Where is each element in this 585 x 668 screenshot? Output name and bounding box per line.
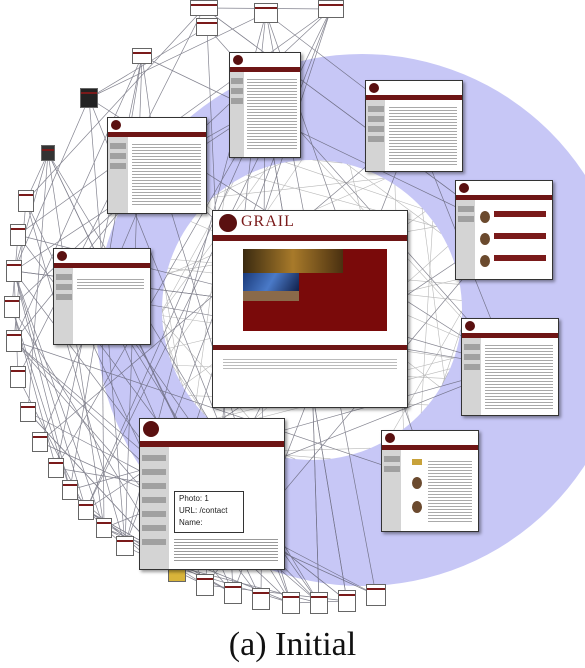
page-node-upper-left[interactable]	[107, 117, 207, 214]
thumb-left-12[interactable]	[96, 518, 112, 538]
thumb-top-6[interactable]	[41, 145, 55, 161]
info-name: Name:	[179, 518, 203, 527]
thumb-left-6[interactable]	[10, 366, 26, 388]
info-photo: Photo: 1	[179, 494, 209, 503]
thumb-left-9[interactable]	[48, 458, 64, 478]
thumb-top-1[interactable]	[254, 3, 278, 23]
thumb-left-2[interactable]	[10, 224, 26, 246]
page-node-lower-left[interactable]: Photo: 1 URL: /contact Name:	[139, 418, 285, 570]
thumb-left-1[interactable]	[18, 190, 34, 212]
center-logo-icon	[219, 214, 237, 232]
thumb-bottom-10[interactable]	[366, 584, 386, 606]
thumb-bottom-1[interactable]	[116, 536, 134, 556]
thumb-left-4[interactable]	[4, 296, 20, 318]
contact-info-box: Photo: 1 URL: /contact Name:	[174, 491, 244, 533]
thumb-top-3[interactable]	[196, 18, 218, 36]
radial-site-graph: Photo: 1 URL: /contact Name: GRAIL	[0, 0, 585, 620]
page-node-lower-right[interactable]	[381, 430, 479, 532]
thumb-top-2[interactable]	[318, 0, 344, 18]
thumb-left-10[interactable]	[62, 480, 78, 500]
figure-caption: (a) Initial	[228, 626, 357, 663]
thumb-bottom-7[interactable]	[282, 592, 300, 614]
page-node-left[interactable]	[53, 248, 151, 345]
thumb-left-5[interactable]	[6, 330, 22, 352]
page-node-center[interactable]: GRAIL	[212, 210, 408, 408]
thumb-bottom-8[interactable]	[310, 592, 328, 614]
info-url: URL: /contact	[179, 506, 228, 515]
page-node-right-people[interactable]	[455, 180, 553, 280]
page-node-right[interactable]	[461, 318, 559, 416]
thumb-left-11[interactable]	[78, 500, 94, 520]
page-node-top[interactable]	[229, 52, 301, 158]
thumb-left-8[interactable]	[32, 432, 48, 452]
thumb-ring-1[interactable]	[190, 0, 218, 16]
thumb-bottom-5[interactable]	[224, 582, 242, 604]
center-logo-text: GRAIL	[241, 213, 295, 230]
thumb-left-7[interactable]	[20, 402, 36, 422]
thumb-left-3[interactable]	[6, 260, 22, 282]
page-node-upper-right[interactable]	[365, 80, 463, 172]
thumb-bottom-6[interactable]	[252, 588, 270, 610]
hero-banner	[243, 249, 387, 331]
thumb-bottom-4[interactable]	[196, 574, 214, 596]
thumb-bottom-9[interactable]	[338, 590, 356, 612]
thumb-top-4[interactable]	[132, 48, 152, 64]
thumb-top-5[interactable]	[80, 88, 98, 108]
